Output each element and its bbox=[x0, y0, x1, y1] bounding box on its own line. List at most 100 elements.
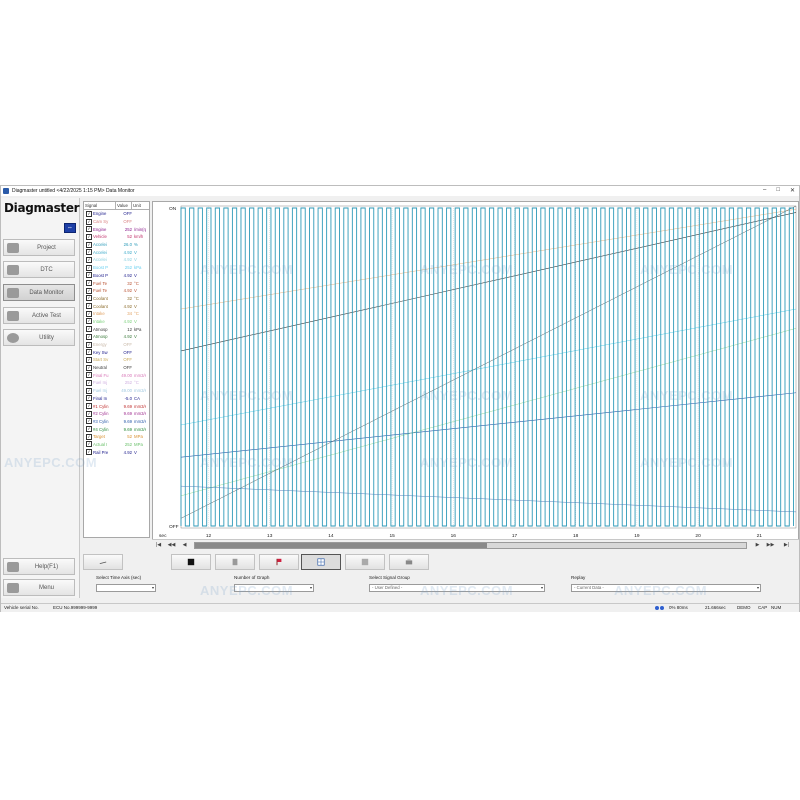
signal-checkbox[interactable]: ✓ bbox=[86, 310, 92, 317]
signal-checkbox[interactable]: ✓ bbox=[86, 426, 92, 433]
signal-unit: CA bbox=[134, 395, 140, 401]
signal-row[interactable]: ✓ Actual I 252 MPa bbox=[84, 441, 149, 449]
signal-row[interactable]: ✓ Intake 4.92 V bbox=[84, 318, 149, 326]
grid-graph-icon bbox=[317, 558, 325, 566]
scroll-next-button[interactable]: ▶ bbox=[753, 542, 762, 549]
signal-row[interactable]: ✓ Coolant 4.92 V bbox=[84, 302, 149, 310]
signal-checkbox[interactable]: ✓ bbox=[86, 395, 92, 402]
print-button[interactable] bbox=[389, 554, 429, 570]
signal-checkbox[interactable]: ✓ bbox=[86, 241, 92, 248]
signal-checkbox[interactable]: ✓ bbox=[86, 303, 92, 310]
signal-value: OFF bbox=[123, 357, 132, 363]
scroll-next-fast-button[interactable]: ▶▶ bbox=[766, 542, 775, 549]
signal-checkbox[interactable]: ✓ bbox=[86, 256, 92, 263]
signal-checkbox[interactable]: ✓ bbox=[86, 349, 92, 356]
data-graph[interactable]: ON OFF sec 12 13 14 15 16 17 18 19 20 21 bbox=[152, 201, 799, 541]
swap-icon[interactable]: ⇔ bbox=[64, 223, 76, 233]
signal-checkbox[interactable]: ✓ bbox=[86, 403, 92, 410]
flag-button[interactable] bbox=[259, 554, 299, 570]
signal-checkbox[interactable]: ✓ bbox=[86, 264, 92, 271]
signal-row[interactable]: ✓ Accelei 4.92 V bbox=[84, 248, 149, 256]
signal-row[interactable]: ✓ Energy OFF bbox=[84, 341, 149, 349]
signal-row[interactable]: ✓ Fuel Te 32 °C bbox=[84, 279, 149, 287]
signal-row[interactable]: ✓ Target 52 MPa bbox=[84, 433, 149, 441]
signal-checkbox[interactable]: ✓ bbox=[86, 218, 92, 225]
header-value[interactable]: Value bbox=[116, 202, 132, 209]
minimize-button[interactable]: – bbox=[763, 187, 766, 194]
save-button[interactable] bbox=[345, 554, 385, 570]
scroll-prev-fast-button[interactable]: ◀◀ bbox=[167, 542, 176, 549]
nav-active-test-button[interactable]: Active Test bbox=[3, 307, 75, 324]
signal-checkbox[interactable]: ✓ bbox=[86, 249, 92, 256]
graph-canvas[interactable]: ONOFFsec 12 13 14 15 16 17 18 19 20 21 bbox=[153, 202, 798, 540]
signal-group-label: Select Signal Group bbox=[369, 575, 410, 580]
signal-row[interactable]: ✓ Accelei 4.92 V bbox=[84, 256, 149, 264]
scroll-thumb[interactable] bbox=[195, 543, 488, 548]
signal-row[interactable]: ✓ Boost P 4.92 V bbox=[84, 272, 149, 280]
signal-checkbox[interactable]: ✓ bbox=[86, 233, 92, 240]
scroll-prev-button[interactable]: ◀ bbox=[180, 542, 189, 549]
scroll-track[interactable] bbox=[194, 542, 747, 549]
signal-checkbox[interactable]: ✓ bbox=[86, 287, 92, 294]
mode-indicator: DEMO bbox=[737, 605, 751, 610]
timeline-scrollbar[interactable]: |◀ ◀◀ ◀ ▶ ▶▶ ▶| bbox=[152, 539, 799, 551]
nav-data-monitor-button[interactable]: Data Monitor bbox=[3, 284, 75, 301]
signal-row[interactable]: ✓ Fuel Inj 252 °C bbox=[84, 379, 149, 387]
signal-checkbox[interactable]: ✓ bbox=[86, 333, 92, 340]
signal-row[interactable]: ✓ #2 Cylin 9.69 mm3/s bbox=[84, 410, 149, 418]
signal-checkbox[interactable]: ✓ bbox=[86, 441, 92, 448]
signal-row[interactable]: ✓ Accelei 26.0% bbox=[84, 241, 149, 249]
signal-checkbox[interactable]: ✓ bbox=[86, 318, 92, 325]
signal-checkbox[interactable]: ✓ bbox=[86, 433, 92, 440]
graph-view-button[interactable] bbox=[301, 554, 341, 570]
scroll-last-button[interactable]: ▶| bbox=[782, 542, 791, 549]
signal-row[interactable]: ✓ Final Fu 49.00 mm3/s bbox=[84, 371, 149, 379]
signal-row[interactable]: ✓ Vehicle 52 km/h bbox=[84, 233, 149, 241]
record-button[interactable] bbox=[171, 554, 211, 570]
signal-row[interactable]: ✓ Fuel Inj 49.00 mm3/s bbox=[84, 387, 149, 395]
signal-checkbox[interactable]: ✓ bbox=[86, 326, 92, 333]
header-unit[interactable]: Unit bbox=[132, 202, 149, 209]
help-button[interactable]: Help(F1) bbox=[3, 558, 75, 575]
signal-checkbox[interactable]: ✓ bbox=[86, 364, 92, 371]
signal-row[interactable]: ✓ #3 Cylin 9.69 mm3/s bbox=[84, 418, 149, 426]
signal-checkbox[interactable]: ✓ bbox=[86, 341, 92, 348]
signal-checkbox[interactable]: ✓ bbox=[86, 387, 92, 394]
signal-checkbox[interactable]: ✓ bbox=[86, 356, 92, 363]
signal-row[interactable]: ✓ Engine OFF bbox=[84, 210, 149, 218]
copy-button[interactable] bbox=[215, 554, 255, 570]
close-button[interactable]: ✕ bbox=[790, 187, 795, 194]
signal-row[interactable]: ✓ Final In -5.0 CA bbox=[84, 395, 149, 403]
signal-row[interactable]: ✓ Boost P 252 kPa bbox=[84, 264, 149, 272]
nav-project-button[interactable]: Project bbox=[3, 239, 75, 256]
signal-row[interactable]: ✓ #4 Cylin 9.69 mm3/s bbox=[84, 425, 149, 433]
menu-button[interactable]: Menu bbox=[3, 579, 75, 596]
maximize-button[interactable]: □ bbox=[776, 187, 780, 194]
scroll-first-button[interactable]: |◀ bbox=[154, 542, 163, 549]
signal-checkbox[interactable]: ✓ bbox=[86, 379, 92, 386]
signal-checkbox[interactable]: ✓ bbox=[86, 418, 92, 425]
signal-checkbox[interactable]: ✓ bbox=[86, 295, 92, 302]
signal-checkbox[interactable]: ✓ bbox=[86, 226, 92, 233]
signal-row[interactable]: ✓ #1 Cylin 9.69 mm3/s bbox=[84, 402, 149, 410]
signal-checkbox[interactable]: ✓ bbox=[86, 210, 92, 217]
signal-row[interactable]: ✓ Neutral OFF bbox=[84, 364, 149, 372]
zoom-line-button[interactable] bbox=[83, 554, 123, 570]
signal-row[interactable]: ✓ Fuel Te 4.92 V bbox=[84, 287, 149, 295]
signal-row[interactable]: ✓ Intake 34 °C bbox=[84, 310, 149, 318]
signal-row[interactable]: ✓Engine 252/min(rp bbox=[84, 225, 149, 233]
signal-checkbox[interactable]: ✓ bbox=[86, 410, 92, 417]
signal-row[interactable]: ✓ Cam Sy OFF bbox=[84, 218, 149, 226]
signal-checkbox[interactable]: ✓ bbox=[86, 272, 92, 279]
nav-utility-button[interactable]: Utility bbox=[3, 329, 75, 346]
time-axis-select[interactable]: ▾ bbox=[96, 584, 156, 592]
header-signal[interactable]: Signal bbox=[84, 202, 116, 209]
signal-checkbox[interactable]: ✓ bbox=[86, 372, 92, 379]
nav-dtc-button[interactable]: DTC bbox=[3, 261, 75, 278]
signal-row[interactable]: ✓ Atmosp 12 kPa bbox=[84, 325, 149, 333]
signal-row[interactable]: ✓ Key Sw OFF bbox=[84, 348, 149, 356]
signal-checkbox[interactable]: ✓ bbox=[86, 280, 92, 287]
signal-row[interactable]: ✓ Start Sv OFF bbox=[84, 356, 149, 364]
signal-row[interactable]: ✓ Atmosp 4.92 V bbox=[84, 333, 149, 341]
signal-row[interactable]: ✓ Coolant 32 °C bbox=[84, 295, 149, 303]
